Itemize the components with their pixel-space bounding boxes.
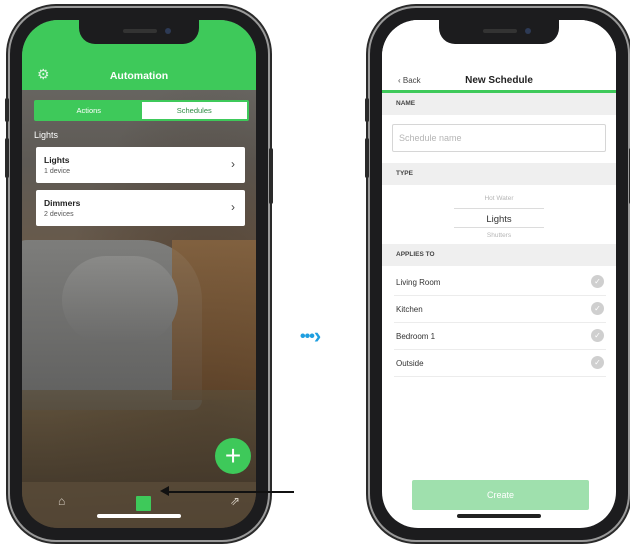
background-sofa-arm [62, 256, 178, 344]
chevron-right-icon: › [231, 200, 235, 214]
notch [79, 20, 199, 44]
tab-schedules[interactable]: Schedules [141, 102, 247, 119]
section-header-applies: APPLIES TO [382, 244, 616, 266]
list-item-lights[interactable]: Lights 1 device › [36, 147, 245, 183]
segmented-control: Actions Schedules [34, 100, 249, 121]
pointer-arrow-icon [160, 486, 169, 496]
section-label: TYPE [396, 170, 413, 177]
background-shelf [172, 240, 256, 400]
tab-bar: ⌂ ⇗ [22, 482, 256, 528]
home-indicator [457, 514, 541, 518]
home-indicator [97, 514, 181, 518]
room-label: Kitchen [396, 305, 423, 314]
left-screen: ⚙ Automation Actions Schedules Lights Li… [22, 20, 256, 528]
section-header-type: TYPE [382, 163, 616, 185]
card-subtitle: 1 device [44, 168, 71, 175]
page-title: New Schedule [465, 75, 533, 86]
right-screen: ‹ Back New Schedule NAME TYPE Hot Water … [382, 20, 616, 528]
automation-icon[interactable] [136, 496, 151, 511]
card-title: Dimmers [44, 198, 81, 208]
right-phone: ‹ Back New Schedule NAME TYPE Hot Water … [365, 8, 630, 540]
room-label: Bedroom 1 [396, 332, 436, 341]
list-item-dimmers[interactable]: Dimmers 2 devices › [36, 190, 245, 226]
transition-arrow-icon: •••› [300, 323, 321, 348]
check-icon[interactable]: ✓ [591, 275, 604, 288]
share-icon[interactable]: ⇗ [230, 494, 240, 508]
picker-option-selected[interactable]: Lights [382, 214, 616, 225]
room-label: Living Room [396, 278, 441, 287]
add-button[interactable]: + [215, 438, 251, 474]
picker-option-below[interactable]: Shutters [382, 232, 616, 239]
left-phone: ⚙ Automation Actions Schedules Lights Li… [5, 8, 273, 540]
home-icon[interactable]: ⌂ [58, 494, 65, 508]
notch [439, 20, 559, 44]
header-title: Automation [109, 70, 169, 82]
picker-divider [454, 208, 544, 209]
card-subtitle: 2 devices [44, 211, 74, 218]
card-title: Lights [44, 155, 70, 165]
section-header-name: NAME [382, 93, 616, 115]
tab-actions[interactable]: Actions [36, 102, 142, 119]
list-item-room[interactable]: Outside ✓ [394, 350, 606, 377]
pointer-arrow-line [166, 491, 294, 493]
check-icon[interactable]: ✓ [591, 302, 604, 315]
room-label: Outside [396, 359, 424, 368]
picker-divider [454, 227, 544, 228]
check-icon[interactable]: ✓ [591, 356, 604, 369]
picker-option-above[interactable]: Hot Water [382, 195, 616, 202]
list-item-room[interactable]: Living Room ✓ [394, 269, 606, 296]
list-item-room[interactable]: Kitchen ✓ [394, 296, 606, 323]
schedule-name-input[interactable] [392, 124, 606, 152]
list-item-room[interactable]: Bedroom 1 ✓ [394, 323, 606, 350]
section-label: APPLIES TO [396, 251, 435, 258]
section-label: Lights [34, 130, 59, 140]
section-label: NAME [396, 100, 416, 107]
check-icon[interactable]: ✓ [591, 329, 604, 342]
chevron-right-icon: › [231, 157, 235, 171]
create-button[interactable]: Create [412, 480, 589, 510]
